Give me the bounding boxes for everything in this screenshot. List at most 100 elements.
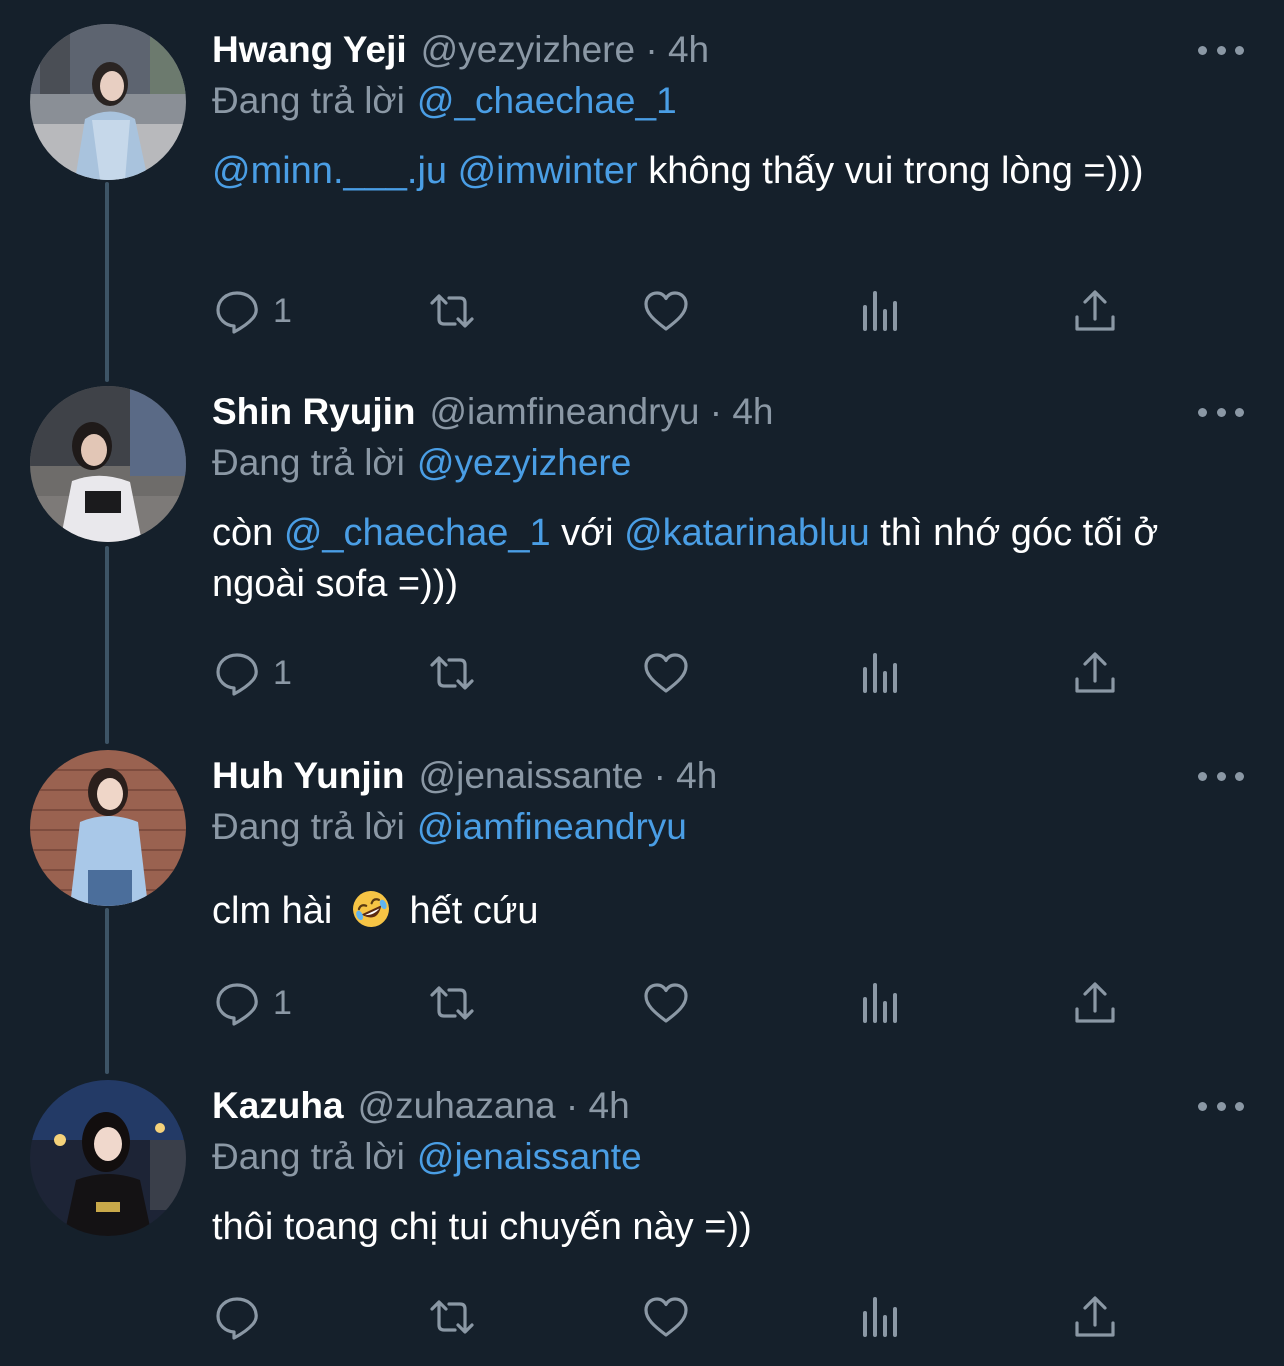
share-icon: [1075, 1296, 1115, 1337]
analytics-icon: [863, 983, 897, 1023]
like-button[interactable]: [642, 286, 690, 336]
replying-to: Đang trả lời @yezyizhere: [212, 442, 631, 484]
action-bar: 1: [0, 286, 1284, 336]
action-bar: [0, 1292, 1284, 1342]
mention-link[interactable]: @imwinter: [458, 150, 638, 192]
replying-to: Đang trả lời @_chaechae_1: [212, 80, 677, 122]
more-dots-icon[interactable]: [1198, 766, 1244, 786]
mention-link[interactable]: @minn.___.ju: [212, 150, 447, 192]
views-button[interactable]: [857, 648, 905, 698]
reply-button[interactable]: 1: [213, 286, 292, 336]
avatar-image: [30, 386, 186, 542]
tweet-header: Shin Ryujin @iamfineandryu · 4h: [212, 388, 774, 436]
share-button[interactable]: [1071, 978, 1119, 1028]
analytics-icon: [863, 1297, 897, 1337]
replying-label: Đang trả lời: [212, 80, 405, 121]
more-dots-icon[interactable]: [1198, 40, 1244, 60]
replying-label: Đang trả lời: [212, 442, 405, 483]
avatar[interactable]: [30, 386, 186, 542]
retweet-button[interactable]: [428, 1292, 476, 1342]
analytics-icon: [863, 291, 897, 331]
heart-icon: [644, 983, 688, 1023]
tweet-header: Kazuha @zuhazana · 4h: [212, 1082, 630, 1130]
display-name[interactable]: Shin Ryujin: [212, 391, 416, 433]
heart-icon: [644, 1297, 688, 1337]
mention-link[interactable]: @_chaechae_1: [284, 512, 551, 554]
replying-label: Đang trả lời: [212, 806, 405, 847]
retweet-icon: [430, 1300, 474, 1334]
views-button[interactable]: [857, 286, 905, 336]
share-icon: [1075, 652, 1115, 693]
tweet-text: còn @_chaechae_1 với @katarinabluu thì n…: [212, 508, 1222, 610]
tweet-text-segment: hết cứu: [409, 890, 539, 932]
more-dots-icon[interactable]: [1198, 402, 1244, 422]
tweet-header: Hwang Yeji @yezyizhere · 4h: [212, 26, 709, 74]
reply-icon: [216, 1297, 258, 1340]
views-button[interactable]: [857, 1292, 905, 1342]
display-name[interactable]: Kazuha: [212, 1085, 344, 1127]
views-button[interactable]: [857, 978, 905, 1028]
replying-handle-link[interactable]: @iamfineandryu: [417, 806, 687, 847]
retweet-icon: [430, 294, 474, 328]
tweet-text-segment: với: [550, 512, 625, 554]
reply-count: 1: [273, 291, 292, 330]
display-name[interactable]: Huh Yunjin: [212, 755, 405, 797]
handle-time[interactable]: @iamfineandryu · 4h: [430, 391, 774, 433]
tweet[interactable]: Kazuha @zuhazana · 4h Đang trả lời @jenai…: [0, 1056, 1284, 1366]
reply-button[interactable]: 1: [213, 978, 292, 1028]
reply-icon: [216, 291, 258, 334]
tweet-text-segment: [447, 150, 458, 192]
avatar[interactable]: [30, 750, 186, 906]
reply-count: 1: [273, 983, 292, 1022]
replying-label: Đang trả lời: [212, 1136, 405, 1177]
tweet[interactable]: Huh Yunjin @jenaissante · 4h Đang trả lờ…: [0, 726, 1284, 1054]
reply-count: 1: [273, 653, 292, 692]
share-icon: [1075, 982, 1115, 1023]
heart-icon: [644, 291, 688, 331]
display-name[interactable]: Hwang Yeji: [212, 29, 407, 71]
handle-time[interactable]: @yezyizhere · 4h: [421, 29, 709, 71]
retweet-icon: [430, 986, 474, 1020]
retweet-button[interactable]: [428, 978, 476, 1028]
like-button[interactable]: [642, 1292, 690, 1342]
reply-button[interactable]: [213, 1292, 273, 1342]
share-button[interactable]: [1071, 1292, 1119, 1342]
action-bar: 1: [0, 648, 1284, 698]
share-button[interactable]: [1071, 286, 1119, 336]
more-dots-icon[interactable]: [1198, 1096, 1244, 1116]
tweet-text-segment: không thấy vui trong lòng =))): [637, 150, 1144, 192]
avatar-image: [30, 24, 186, 180]
replying-handle-link[interactable]: @_chaechae_1: [417, 80, 677, 121]
share-icon: [1075, 290, 1115, 331]
replying-to: Đang trả lời @iamfineandryu: [212, 806, 687, 848]
replying-to: Đang trả lời @jenaissante: [212, 1136, 642, 1178]
tweet-text: thôi toang chị tui chuyến này =)): [212, 1202, 1222, 1253]
reply-icon: [216, 653, 258, 696]
tweet[interactable]: Hwang Yeji @yezyizhere · 4h Đang trả lời…: [0, 0, 1284, 362]
avatar-image: [30, 750, 186, 906]
avatar[interactable]: [30, 1080, 186, 1236]
replying-handle-link[interactable]: @yezyizhere: [417, 442, 631, 483]
replying-handle-link[interactable]: @jenaissante: [417, 1136, 642, 1177]
avatar[interactable]: [30, 24, 186, 180]
tweet-text: clm hài hết cứu: [212, 886, 1222, 937]
like-button[interactable]: [642, 978, 690, 1028]
retweet-button[interactable]: [428, 648, 476, 698]
like-button[interactable]: [642, 648, 690, 698]
heart-icon: [644, 653, 688, 693]
tweet[interactable]: Shin Ryujin @iamfineandryu · 4h Đang trả…: [0, 362, 1284, 726]
tweet-text-segment: clm hài: [212, 890, 333, 932]
reply-button[interactable]: 1: [213, 648, 292, 698]
reply-icon: [216, 983, 258, 1026]
share-button[interactable]: [1071, 648, 1119, 698]
tweet-text-segment: còn: [212, 512, 284, 554]
rofl-emoji-icon: [352, 891, 389, 927]
handle-time[interactable]: @jenaissante · 4h: [419, 755, 718, 797]
handle-time[interactable]: @zuhazana · 4h: [358, 1085, 630, 1127]
avatar-image: [30, 1080, 186, 1236]
analytics-icon: [863, 653, 897, 693]
mention-link[interactable]: @katarinabluu: [624, 512, 870, 554]
retweet-button[interactable]: [428, 286, 476, 336]
tweet-header: Huh Yunjin @jenaissante · 4h: [212, 752, 717, 800]
tweet-text: @minn.___.ju @imwinter không thấy vui tr…: [212, 146, 1222, 197]
